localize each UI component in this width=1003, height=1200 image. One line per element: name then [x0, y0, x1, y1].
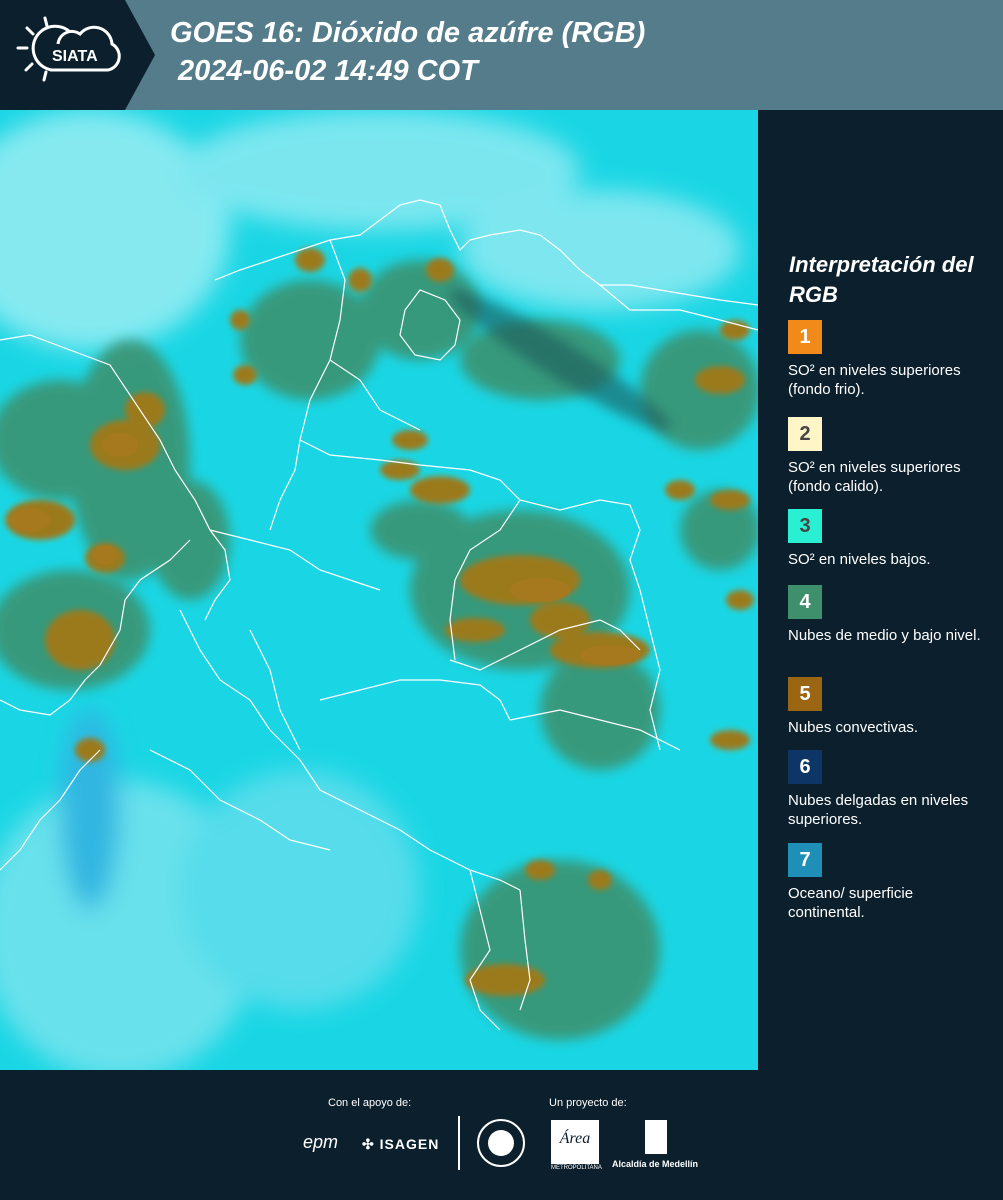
title-line-2: 2024-06-02 14:49 COT	[178, 55, 478, 87]
satellite-map	[0, 110, 758, 1070]
legend-item-1: 1 SO² en niveles superiores (fondo frio).	[788, 320, 988, 399]
isagen-logo: ✣ ISAGEN	[362, 1136, 440, 1152]
area-metropolitana-logo: Área	[551, 1120, 599, 1164]
footer-separator	[458, 1116, 460, 1170]
footer: Con el apoyo de: Un proyecto de: epm ✣ I…	[0, 1070, 1003, 1200]
legend-swatch-5: 5	[788, 677, 822, 711]
support-label: Con el apoyo de:	[328, 1097, 412, 1109]
legend-panel: Interpretación del RGB 1 SO² en niveles s…	[758, 110, 1003, 1070]
title-line-1: GOES 16: Dióxido de azúfre (RGB)	[170, 17, 646, 49]
header-bar: SIATA GOES 16: Dióxido de azúfre (RGB) 2…	[0, 0, 1003, 110]
legend-title: Interpretación del RGB	[789, 252, 974, 307]
legend-item-3: 3 SO² en niveles bajos.	[788, 509, 988, 569]
legend-label-6: Nubes delgadas en niveles superiores.	[788, 792, 969, 828]
legend-label-4: Nubes de medio y bajo nivel.	[788, 627, 981, 644]
legend-label-2: SO² en niveles superiores (fondo calido)…	[788, 459, 961, 495]
page-title: GOES 16: Dióxido de azúfre (RGB) 2024-06…	[170, 14, 645, 90]
area-logo-text: Área	[559, 1130, 591, 1147]
isagen-logo-text: ISAGEN	[379, 1136, 440, 1152]
legend-swatch-3: 3	[788, 509, 822, 543]
siata-logo: SIATA	[0, 0, 155, 110]
medellin-seal	[477, 1119, 525, 1167]
legend-swatch-6: 6	[788, 750, 822, 784]
legend-swatch-1: 1	[788, 320, 822, 354]
area-logo-caption: METROPOLITANA	[551, 1165, 602, 1171]
epm-logo: epm	[303, 1132, 339, 1152]
legend-item-7: 7 Oceano/ superficie continental.	[788, 843, 988, 922]
legend-label-5: Nubes convectivas.	[788, 719, 919, 736]
legend-swatch-2: 2	[788, 417, 822, 451]
legend-label-1: SO² en niveles superiores (fondo frio).	[788, 362, 961, 398]
legend-item-4: 4 Nubes de medio y bajo nivel.	[788, 585, 988, 645]
legend-label-7: Oceano/ superficie continental.	[788, 885, 914, 921]
logo-text: SIATA	[52, 48, 98, 65]
project-label: Un proyecto de:	[549, 1097, 627, 1109]
legend-swatch-4: 4	[788, 585, 822, 619]
alcaldia-caption: Alcaldía de Medellín	[612, 1159, 699, 1169]
legend-item-5: 5 Nubes convectivas.	[788, 677, 988, 737]
alcaldia-logo	[645, 1120, 667, 1154]
legend-item-6: 6 Nubes delgadas en niveles superiores.	[788, 750, 988, 829]
legend-label-3: SO² en niveles bajos.	[788, 551, 931, 568]
legend-item-2: 2 SO² en niveles superiores (fondo calido…	[788, 417, 988, 496]
legend-swatch-7: 7	[788, 843, 822, 877]
